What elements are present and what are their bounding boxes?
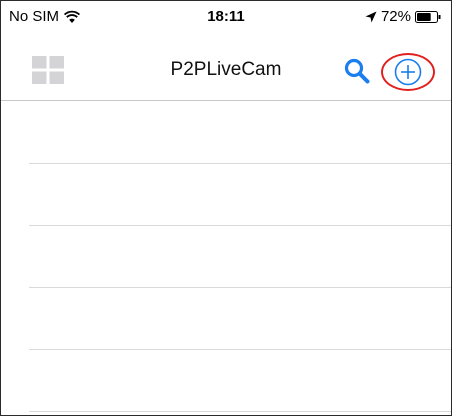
add-circle-icon [394, 58, 422, 86]
list-row[interactable] [1, 164, 451, 226]
status-bar: No SIM 18:11 72% [1, 1, 451, 33]
battery-percent: 72% [380, 8, 411, 25]
row-separator [29, 411, 451, 412]
add-device-button[interactable] [381, 53, 435, 91]
app-screen: No SIM 18:11 72% P2PLiveCam [0, 0, 452, 416]
navigation-bar: P2PLiveCam [1, 33, 451, 101]
location-arrow-icon [365, 11, 377, 22]
search-icon[interactable] [344, 58, 370, 84]
battery-icon [415, 10, 441, 23]
list-row[interactable] [1, 226, 451, 288]
list-row[interactable] [1, 350, 451, 412]
device-list [1, 102, 451, 415]
list-row[interactable] [1, 288, 451, 350]
list-row[interactable] [1, 102, 451, 164]
right-status-group: 72% [365, 8, 441, 25]
